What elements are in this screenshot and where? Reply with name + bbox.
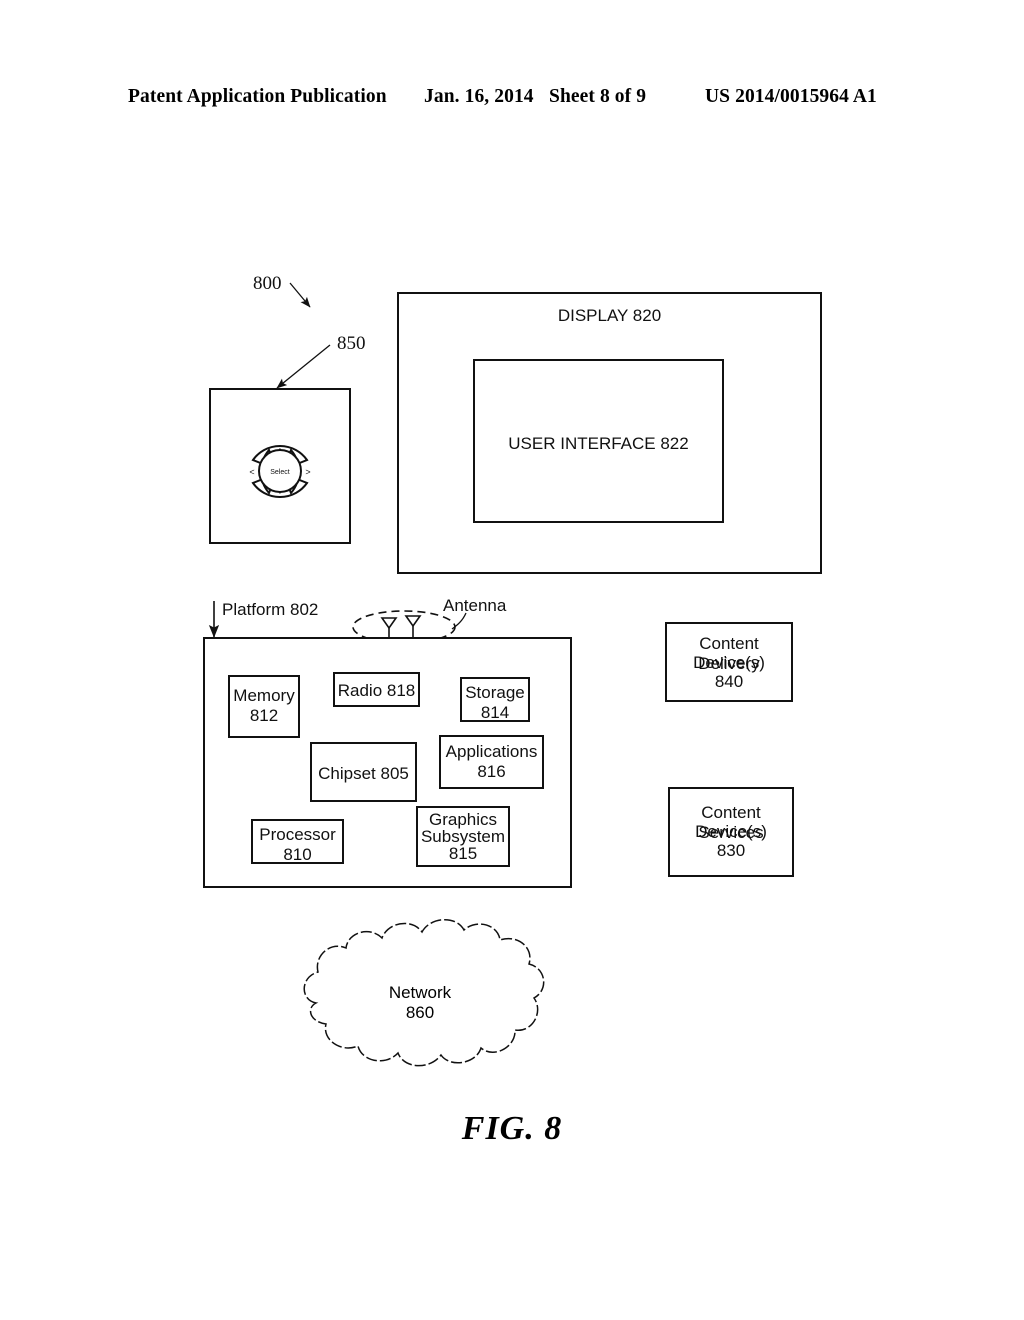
header-sheet-number: Sheet 8 of 9	[549, 86, 647, 107]
nav-left-label: <	[249, 467, 254, 477]
display-label: DISPLAY 820	[557, 306, 662, 325]
antenna-label: Antenna	[443, 596, 507, 615]
nav-select-button[interactable]: Select	[258, 449, 302, 493]
component-box-radio[interactable]: Radio 818	[333, 672, 420, 707]
header-date: Jan. 16, 2014	[424, 86, 534, 107]
navigation-pad[interactable]: ▲ ▼ < > Select	[209, 388, 351, 544]
applications-label-line1: Applications	[445, 742, 538, 761]
navigation-pad-svg: ▲ ▼ < > Select	[249, 444, 311, 499]
applications-label-line2: 816	[477, 762, 506, 781]
figure-caption: FIG. 8	[461, 1110, 563, 1147]
processor-label-line2: 810	[283, 845, 312, 864]
platform-label: Platform 802	[222, 600, 319, 619]
component-box-processor[interactable]: Processor 810	[251, 819, 344, 864]
header-publication-title: Patent Application Publication	[128, 86, 387, 107]
memory-label-line2: 812	[249, 706, 279, 725]
storage-label-line1: Storage	[465, 683, 525, 702]
header-publication-number: US 2014/0015964 A1	[705, 86, 877, 107]
user-interface-label: USER INTERFACE 822	[508, 434, 689, 453]
component-box-storage[interactable]: Storage 814	[460, 677, 530, 722]
user-interface-box[interactable]: USER INTERFACE 822	[473, 359, 724, 523]
content-services-line3: 830	[716, 841, 746, 860]
radio-label: Radio 818	[337, 681, 416, 700]
network-label-line1: Network	[388, 983, 452, 1002]
page-header: Patent Application Publication Jan. 16, …	[0, 86, 1024, 116]
nav-right-label: >	[305, 467, 310, 477]
component-box-graphics-subsystem[interactable]: Graphics Subsystem 815	[416, 806, 510, 867]
graphics-label-line3: 815	[448, 844, 478, 863]
network-label-line2: 860	[405, 1003, 435, 1023]
component-box-memory[interactable]: Memory 812	[228, 675, 300, 738]
ref-number-800: 800	[253, 273, 282, 294]
memory-label-line1: Memory	[233, 686, 295, 705]
component-box-applications[interactable]: Applications 816	[439, 735, 544, 789]
leader-line-850	[276, 344, 331, 389]
content-delivery-line3: 840	[714, 672, 744, 691]
processor-label-line1: Processor	[259, 825, 336, 844]
nav-select-label: Select	[270, 469, 290, 476]
component-box-chipset[interactable]: Chipset 805	[310, 742, 417, 802]
ref-number-850: 850	[337, 333, 366, 354]
network-cloud-label: Network 860	[330, 983, 510, 1024]
chipset-label: Chipset 805	[318, 764, 409, 783]
storage-label-line2: 814	[480, 703, 510, 722]
content-services-device-box[interactable]: Content Services Device(s) 830	[668, 787, 794, 877]
content-delivery-device-box[interactable]: Content Delivery Device(s) 840	[665, 622, 793, 702]
content-services-line2: Device(s)	[695, 822, 767, 841]
leader-line-800	[289, 282, 311, 308]
content-delivery-line2: Device(s)	[693, 653, 765, 672]
